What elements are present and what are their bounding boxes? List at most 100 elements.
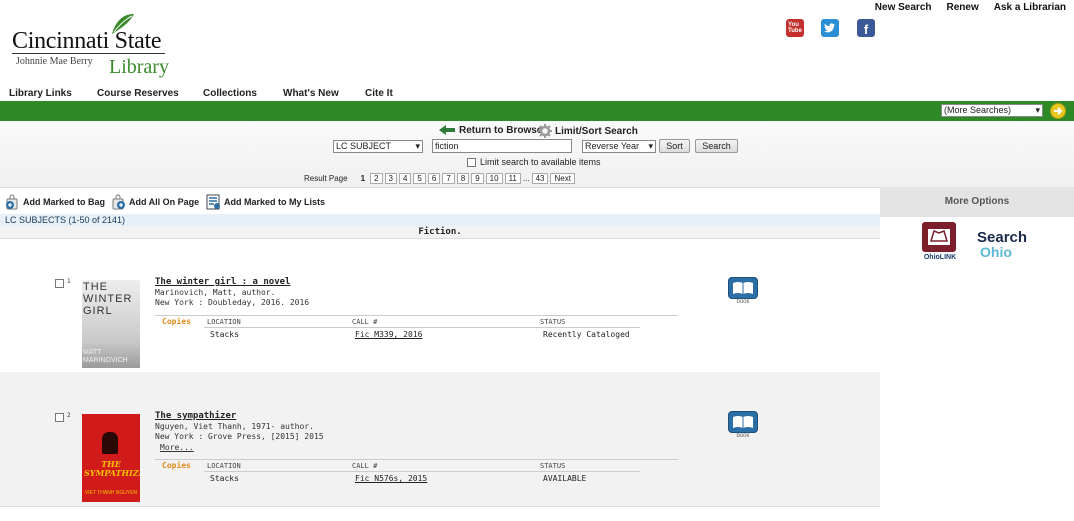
- format-book-icon: book: [728, 411, 758, 439]
- add-marked-to-lists-label: Add Marked to My Lists: [224, 197, 326, 207]
- format-label: book: [736, 299, 750, 305]
- copies-header-divider: [204, 327, 640, 328]
- book-cover[interactable]: THE SYMPATHIZER VIET THANH NGUYEN: [82, 414, 140, 502]
- pager-last-page[interactable]: 43: [531, 173, 549, 184]
- result-pager: Result Page 1 2 3 4 5 6 7 8 9 10 11 ... …: [304, 173, 575, 184]
- cover-title-line: SYMPATHIZER: [84, 468, 140, 478]
- search-button[interactable]: Search: [695, 139, 738, 153]
- location-header: LOCATION: [207, 318, 241, 326]
- pager-page[interactable]: 4: [398, 173, 412, 184]
- add-marked-to-lists-button[interactable]: Add Marked to My Lists: [206, 194, 325, 210]
- pager-next[interactable]: Next: [550, 173, 575, 184]
- pager-page[interactable]: 6: [427, 173, 441, 184]
- cover-author-line: VIET THANH NGUYEN: [84, 490, 138, 496]
- cover-title-line: WINTER: [83, 293, 133, 305]
- limit-available-option[interactable]: Limit search to available items: [467, 157, 601, 167]
- cover-author-line: MATT: [83, 349, 102, 356]
- pager-page[interactable]: 8: [456, 173, 470, 184]
- more-searches-value: (More Searches): [944, 105, 1012, 115]
- search-input[interactable]: fiction: [432, 139, 572, 153]
- logo-name[interactable]: Cincinnati State: [12, 28, 161, 55]
- book-cover[interactable]: THE WINTER GIRL MATT MARINOVICH: [82, 280, 140, 368]
- return-to-browse-label: Return to Browse: [459, 124, 543, 136]
- ask-librarian-link[interactable]: Ask a Librarian: [994, 2, 1066, 13]
- cover-portrait: [102, 432, 118, 454]
- new-search-link[interactable]: New Search: [875, 2, 932, 13]
- ohiolink-logo[interactable]: OhioLINK: [922, 222, 958, 264]
- nav-cite-it[interactable]: Cite It: [365, 88, 393, 99]
- limit-sort-link[interactable]: Limit/Sort Search: [538, 124, 638, 138]
- copies-divider: [155, 315, 678, 316]
- chevron-down-icon: ▾: [415, 141, 420, 151]
- nav-library-links[interactable]: Library Links: [9, 88, 97, 99]
- pager-page[interactable]: 3: [384, 173, 397, 184]
- call-number-header: CALL #: [352, 318, 378, 326]
- renew-link[interactable]: Renew: [947, 2, 979, 13]
- logo-rule: [12, 53, 165, 54]
- youtube-icon[interactable]: You Tube: [786, 19, 804, 37]
- nav-whats-new[interactable]: What's New: [283, 88, 365, 99]
- search-ohio-logo[interactable]: Search Ohio: [977, 230, 1027, 259]
- format-label: book: [736, 433, 750, 439]
- pager-page[interactable]: 2: [370, 173, 383, 184]
- result-publisher: New York : Doubleday, 2016. 2016: [155, 298, 310, 307]
- pager-label: Result Page: [304, 174, 348, 183]
- cover-title-line: THE: [83, 281, 108, 293]
- logo-subname: Johnnie Mae Berry: [16, 56, 93, 67]
- subjects-header: LC SUBJECTS (1-50 of 2141): [0, 214, 880, 226]
- more-link[interactable]: More...: [160, 443, 194, 453]
- sort-order-select[interactable]: Reverse Year ▾: [582, 140, 656, 153]
- search-index-select[interactable]: LC SUBJECT ▾: [333, 140, 423, 153]
- result-mark-checkbox[interactable]: [55, 279, 64, 288]
- subject-heading: Fiction.: [0, 226, 880, 239]
- result-author: Nguyen, Viet Thanh, 1971- author.: [155, 422, 314, 431]
- go-button[interactable]: [1050, 103, 1066, 119]
- nav-course-reserves[interactable]: Course Reserves: [97, 88, 203, 99]
- ohiolink-label: OhioLINK: [923, 254, 957, 261]
- result-author: Marinovich, Matt, author.: [155, 288, 276, 297]
- add-all-on-page-label: Add All On Page: [129, 197, 200, 207]
- call-number-header: CALL #: [352, 462, 378, 470]
- green-bar: [0, 101, 1074, 121]
- result-title-link[interactable]: The sympathizer: [155, 411, 236, 421]
- bag-add-icon: [6, 194, 18, 210]
- pager-page[interactable]: 10: [485, 173, 503, 184]
- cover-title-line: GIRL: [83, 305, 113, 317]
- cover-author-line: MARINOVICH: [83, 357, 128, 364]
- more-searches-select[interactable]: (More Searches) ▾: [941, 104, 1043, 117]
- result-mark-checkbox[interactable]: [55, 413, 64, 422]
- copy-status: AVAILABLE: [543, 474, 587, 483]
- search-index-value: LC SUBJECT: [336, 141, 392, 151]
- twitter-icon[interactable]: [821, 19, 839, 37]
- copies-label: Copies: [162, 461, 191, 470]
- result-number: 1: [67, 278, 71, 285]
- limit-available-checkbox[interactable]: [467, 157, 476, 167]
- copies-divider: [155, 459, 678, 460]
- sort-button[interactable]: Sort: [659, 139, 690, 153]
- add-marked-to-bag-button[interactable]: Add Marked to Bag: [5, 194, 105, 210]
- pager-page[interactable]: 11: [504, 173, 521, 184]
- limit-sort-label: Limit/Sort Search: [555, 125, 638, 137]
- result-title-link[interactable]: The winter girl : a novel: [155, 277, 290, 287]
- copy-status: Recently Cataloged: [543, 330, 630, 339]
- list-add-icon: [206, 194, 220, 210]
- pager-ellipsis: ...: [522, 174, 530, 183]
- search-ohio-word1: Search: [977, 229, 1028, 246]
- return-arrow-icon: [439, 125, 455, 135]
- return-to-browse-link[interactable]: Return to Browse: [438, 124, 542, 136]
- facebook-icon[interactable]: f: [857, 19, 875, 37]
- copy-location: Stacks: [210, 330, 239, 339]
- pager-page[interactable]: 7: [442, 173, 455, 184]
- copy-call-number-link[interactable]: Fic N576s, 2015: [355, 474, 427, 483]
- result-number: 2: [67, 412, 71, 419]
- pager-page[interactable]: 5: [413, 173, 426, 184]
- more-options-header: More Options: [880, 187, 1074, 217]
- status-header: STATUS: [540, 462, 566, 470]
- pager-page[interactable]: 9: [471, 173, 484, 184]
- result-row: 1 THE WINTER GIRL MATT MARINOVICH The wi…: [0, 239, 880, 372]
- gear-icon: [538, 124, 552, 138]
- nav-collections[interactable]: Collections: [203, 88, 283, 99]
- add-all-on-page-button[interactable]: Add All On Page: [111, 194, 199, 210]
- copy-call-number-link[interactable]: Fic M339, 2016: [355, 330, 422, 339]
- result-publisher: New York : Grove Press, [2015] 2015: [155, 432, 324, 441]
